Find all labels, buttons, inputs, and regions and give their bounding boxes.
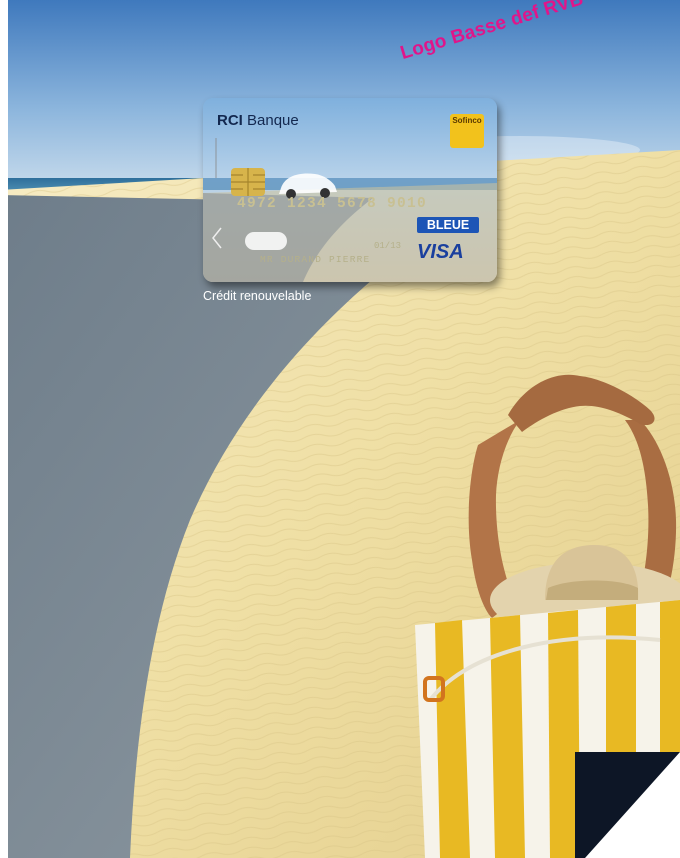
card-holder: MR DURAND PIERRE [260,254,371,265]
card-number: 4972 1234 5678 9010 [237,196,428,212]
card-brand: RCI Banque [217,112,299,129]
credit-card: RCI Banque Sofinco 4972 1234 5678 9010 0… [203,98,497,282]
sofinco-badge: Sofinco [450,114,484,148]
card-caption: Crédit renouvelable [203,289,312,303]
visa-logo: VISA [417,241,464,263]
card-expiry: 01/13 [374,241,402,251]
carte-bleue-badge: BLEUE [417,217,479,233]
scene: RCI Banque Sofinco 4972 1234 5678 9010 0… [0,0,680,858]
